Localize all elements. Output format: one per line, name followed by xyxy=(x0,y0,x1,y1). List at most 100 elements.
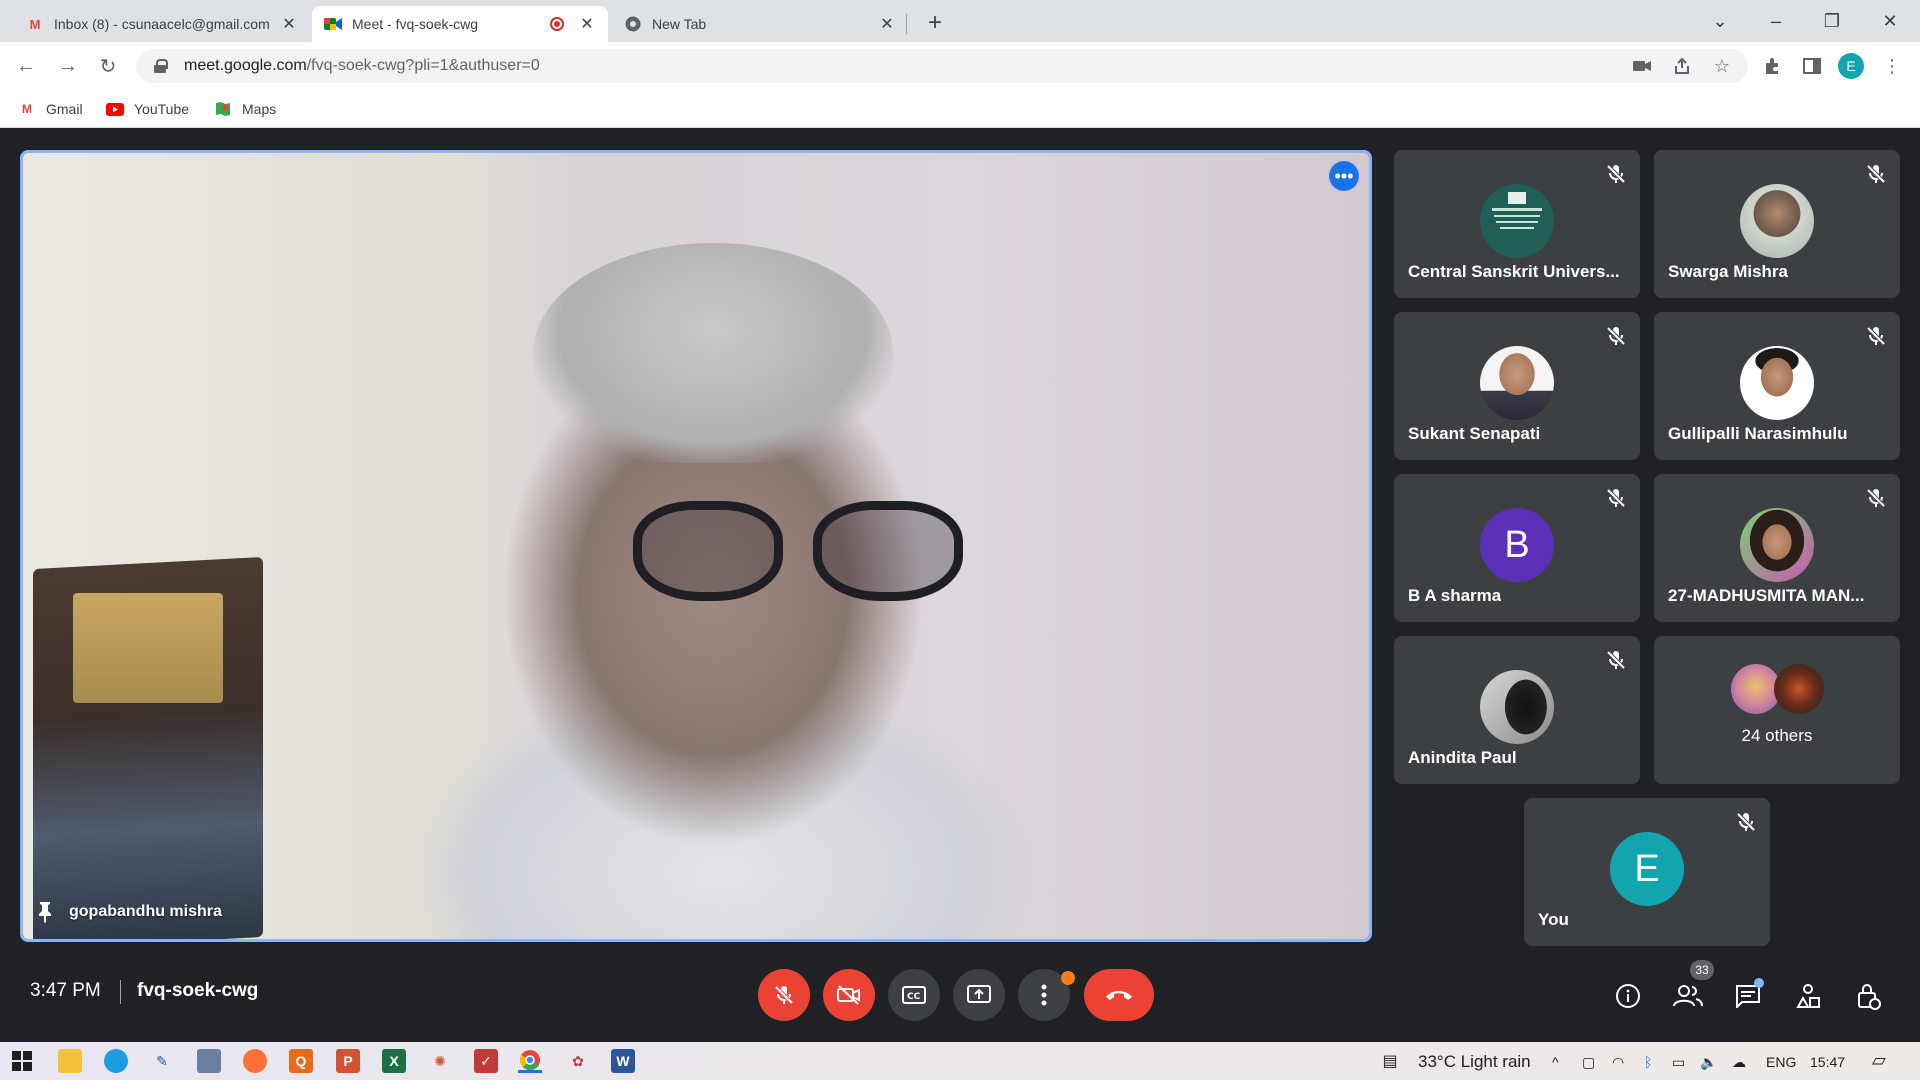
video-background-object xyxy=(73,593,223,703)
cloud-icon[interactable]: ☁ xyxy=(1732,1054,1746,1071)
participant-tile[interactable]: 27-MADHUSMITA MAN... xyxy=(1654,474,1900,622)
meeting-code[interactable]: fvq-soek-cwg xyxy=(137,980,258,1002)
mic-off-icon xyxy=(1606,164,1626,184)
bookmark-label: Gmail xyxy=(46,101,83,117)
chat-button[interactable] xyxy=(1724,972,1772,1020)
gmail-icon: M xyxy=(22,102,32,116)
leave-call-button[interactable] xyxy=(1084,969,1154,1021)
lock-icon[interactable] xyxy=(154,59,168,73)
host-controls-button[interactable] xyxy=(1844,972,1892,1020)
camera-toggle-button[interactable] xyxy=(823,969,875,1021)
mic-off-icon xyxy=(774,985,794,1005)
battery-icon[interactable]: ▭ xyxy=(1672,1054,1685,1071)
new-tab-button[interactable]: + xyxy=(920,8,950,38)
powerpoint-icon[interactable]: P xyxy=(336,1049,360,1073)
volume-muted-icon[interactable]: 🔈 xyxy=(1700,1054,1717,1071)
weather-text[interactable]: 33°C Light rain xyxy=(1418,1052,1531,1072)
participant-tile[interactable]: Anindita Paul xyxy=(1394,636,1640,784)
wifi-icon[interactable]: ◠ xyxy=(1612,1054,1624,1071)
profile-avatar[interactable]: E xyxy=(1838,53,1864,79)
share-icon[interactable] xyxy=(1666,50,1698,82)
excel-icon[interactable]: X xyxy=(382,1049,406,1073)
windows-start-icon[interactable] xyxy=(10,1049,34,1073)
chevron-up-icon[interactable]: ^ xyxy=(1552,1054,1559,1070)
participant-tile[interactable]: Swarga Mishra xyxy=(1654,150,1900,298)
bookmark-maps[interactable]: Maps xyxy=(214,98,276,120)
more-options-icon[interactable]: ••• xyxy=(1329,161,1359,191)
app-pinwheel-icon[interactable]: ✺ xyxy=(428,1049,452,1073)
camera-in-use-icon[interactable] xyxy=(1626,50,1658,82)
pin-icon[interactable] xyxy=(35,901,55,923)
people-icon xyxy=(1673,985,1703,1007)
back-icon[interactable]: ← xyxy=(10,50,42,82)
participant-photo-avatar xyxy=(1740,184,1814,258)
participant-tile[interactable]: Gullipalli Narasimhulu xyxy=(1654,312,1900,460)
camera-app-icon[interactable] xyxy=(197,1049,221,1073)
device-icon[interactable]: ▢ xyxy=(1582,1054,1595,1071)
bluetooth-icon[interactable]: ᛒ xyxy=(1644,1054,1652,1070)
main-video-tile[interactable]: ••• gopabandhu mishra xyxy=(20,150,1372,942)
chat-notification-dot xyxy=(1754,978,1764,988)
bookmark-youtube[interactable]: YouTube xyxy=(106,98,189,120)
restore-icon[interactable]: ❐ xyxy=(1804,0,1860,42)
extensions-icon[interactable] xyxy=(1756,50,1788,82)
bookmark-star-icon[interactable]: ☆ xyxy=(1706,50,1738,82)
chrome-taskbar-icon[interactable] xyxy=(518,1049,542,1073)
minimize-icon[interactable]: – xyxy=(1748,0,1804,42)
tab-gmail[interactable]: M Inbox (8) - csunaacelc@gmail.com ✕ xyxy=(14,6,310,42)
close-icon[interactable]: ✕ xyxy=(878,15,896,33)
address-bar[interactable]: meet.google.com/fvq-soek-cwg?pli=1&authu… xyxy=(136,49,1748,83)
meeting-time: 3:47 PM xyxy=(30,980,101,1001)
app-q-icon[interactable]: Q xyxy=(289,1049,313,1073)
meeting-details-button[interactable] xyxy=(1604,972,1652,1020)
news-widget-icon[interactable]: ▤ xyxy=(1378,1049,1402,1073)
present-screen-button[interactable] xyxy=(953,969,1005,1021)
participant-photo-avatar xyxy=(1480,346,1554,420)
more-vert-icon xyxy=(1041,984,1047,1006)
captions-button[interactable]: CC xyxy=(888,969,940,1021)
mic-off-icon xyxy=(1866,164,1886,184)
side-panel-icon[interactable] xyxy=(1796,50,1828,82)
participant-tile[interactable]: Sukant Senapati xyxy=(1394,312,1640,460)
hang-up-icon xyxy=(1106,991,1132,1000)
tab-meet[interactable]: Meet - fvq-soek-cwg ✕ xyxy=(312,6,608,42)
tab-new-tab[interactable]: New Tab ✕ xyxy=(612,6,908,42)
browser-toolbar: ← → ↻ meet.google.com/fvq-soek-cwg?pli=1… xyxy=(0,42,1920,90)
forward-icon[interactable]: → xyxy=(52,50,84,82)
word-icon[interactable]: W xyxy=(611,1049,635,1073)
app-icon[interactable]: ✎ xyxy=(150,1049,174,1073)
tab-search-icon[interactable]: ⌄ xyxy=(1692,0,1748,42)
bookmark-gmail[interactable]: M Gmail xyxy=(18,98,83,120)
participant-count-badge: 33 xyxy=(1690,960,1714,980)
file-explorer-icon[interactable] xyxy=(58,1049,82,1073)
divider xyxy=(120,980,121,1004)
participant-name: Anindita Paul xyxy=(1408,748,1517,767)
notifications-icon[interactable]: ▱ xyxy=(1872,1050,1886,1071)
close-window-icon[interactable]: ✕ xyxy=(1862,0,1918,42)
url-host: meet.google.com xyxy=(184,57,307,74)
close-icon[interactable]: ✕ xyxy=(280,15,298,33)
activities-button[interactable] xyxy=(1784,972,1832,1020)
close-icon[interactable]: ✕ xyxy=(578,15,596,33)
mic-off-icon xyxy=(1606,650,1626,670)
firefox-icon[interactable] xyxy=(243,1049,267,1073)
bookmark-label: Maps xyxy=(242,101,277,117)
mic-toggle-button[interactable] xyxy=(758,969,810,1021)
windows-taskbar: ✎ Q P X ✺ ✓ ✿ W ▤ 33°C Light rain ^ ▢ ◠ … xyxy=(0,1042,1920,1080)
others-tile[interactable]: 24 others xyxy=(1654,636,1900,784)
reload-icon[interactable]: ↻ xyxy=(92,50,124,82)
activities-icon xyxy=(1796,984,1820,1008)
language-indicator[interactable]: ENG xyxy=(1766,1054,1796,1070)
paint-app-icon[interactable]: ✿ xyxy=(566,1049,590,1073)
bookmarks-bar: M Gmail YouTube Maps xyxy=(0,90,1920,128)
menu-icon[interactable]: ⋮ xyxy=(1876,50,1908,82)
self-tile[interactable]: E You xyxy=(1524,798,1770,946)
participant-name: 27-MADHUSMITA MAN... xyxy=(1668,586,1865,605)
participant-tile[interactable]: B B A sharma xyxy=(1394,474,1640,622)
participant-tile[interactable]: Central Sanskrit Univers... xyxy=(1394,150,1640,298)
edge-icon[interactable] xyxy=(104,1049,128,1073)
bookmark-label: YouTube xyxy=(134,101,190,117)
mic-off-icon xyxy=(1736,812,1756,832)
taskbar-clock[interactable]: 15:47 xyxy=(1810,1054,1845,1070)
pdf-app-icon[interactable]: ✓ xyxy=(474,1049,498,1073)
